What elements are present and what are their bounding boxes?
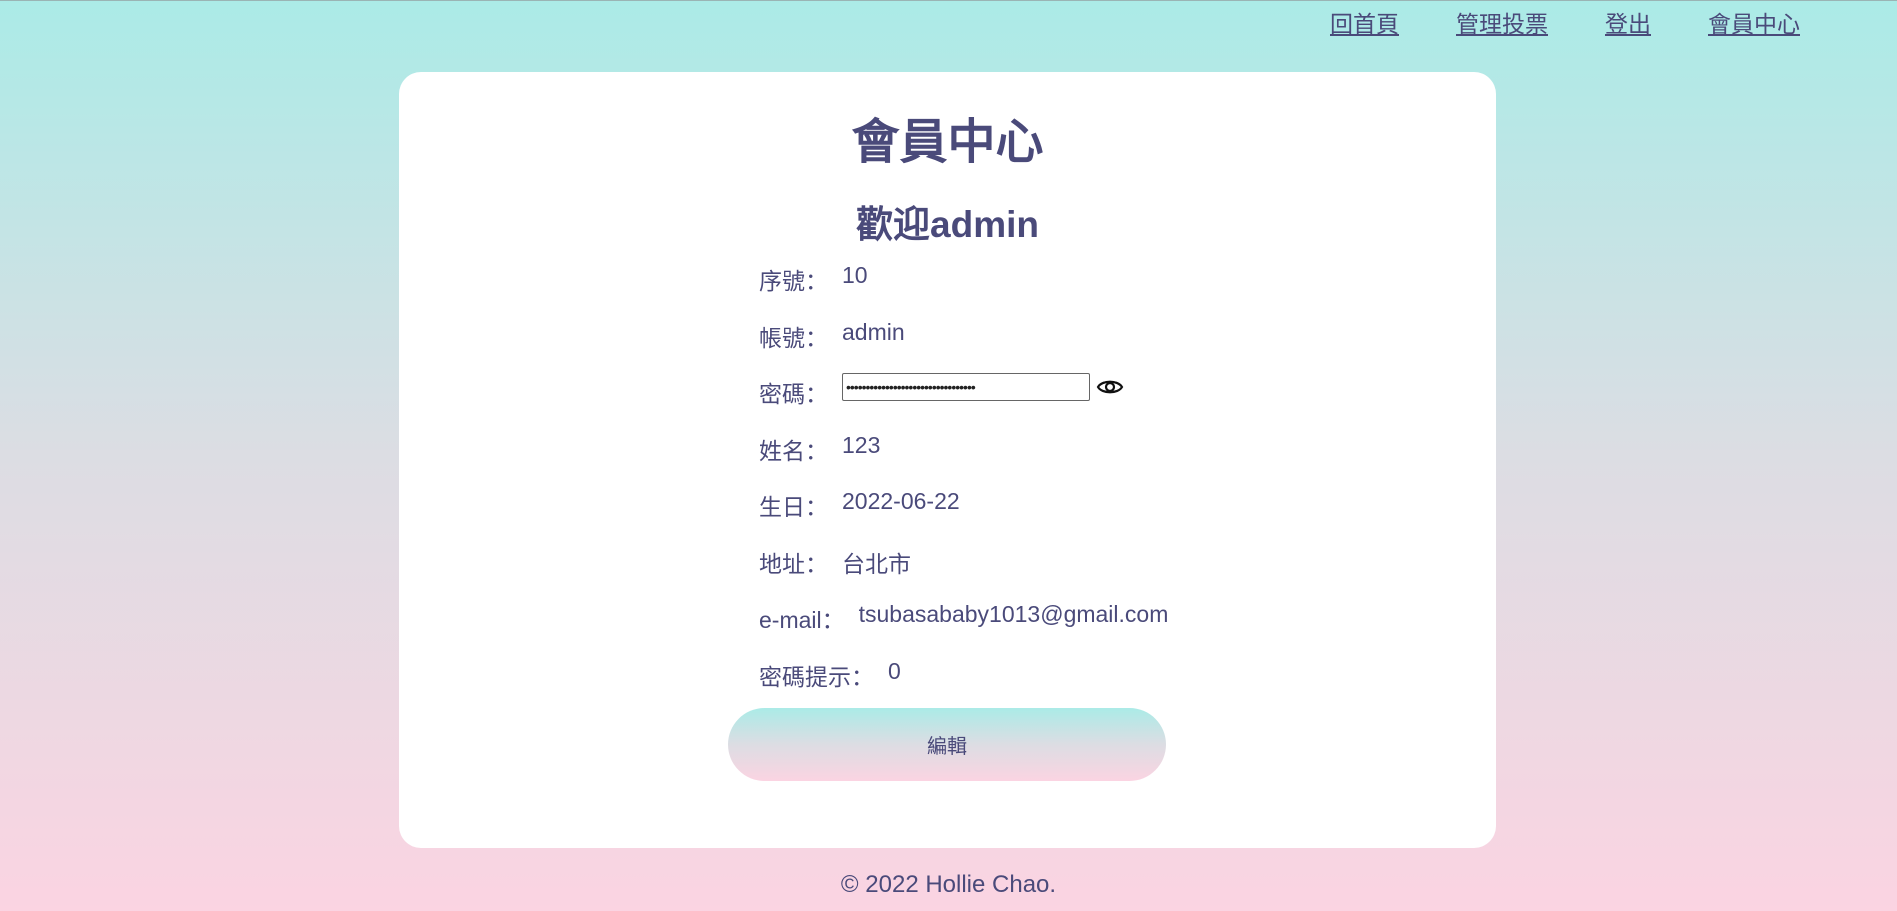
page-title: 會員中心 [851, 116, 1044, 169]
nav-member-center-link[interactable]: 會員中心 [1708, 5, 1800, 39]
footer-copyright: © 2022 Hollie Chao. [840, 871, 1057, 898]
password-field[interactable] [842, 373, 1090, 401]
name-label: 姓名： [759, 437, 828, 464]
field-row-account: 帳號： admin [759, 319, 1168, 376]
email-value: tsubasababy1013@gmail.com [858, 601, 1169, 627]
field-row-birthday: 生日： 2022-06-22 [759, 488, 1168, 545]
top-nav: 回首頁 管理投票 登出 會員中心 [1330, 5, 1800, 39]
birthday-value: 2022-06-22 [842, 488, 960, 514]
field-row-address: 地址： 台北市 [759, 545, 1168, 602]
field-row-password-hint: 密碼提示： 0 [759, 658, 1168, 715]
nav-logout-link[interactable]: 登出 [1605, 5, 1651, 39]
edit-button[interactable]: 編輯 [728, 708, 1166, 781]
field-row-password: 密碼： [759, 373, 1168, 432]
birthday-label: 生日： [759, 494, 828, 520]
field-row-email: e-mail： tsubasababy1013@gmail.com [759, 601, 1168, 658]
field-row-name: 姓名： 123 [759, 432, 1168, 489]
member-card: 會員中心 歡迎admin 序號： 10 帳號： admin 密碼： 姓名： 12… [399, 72, 1496, 848]
account-value: admin [842, 318, 905, 345]
nav-manage-votes-link[interactable]: 管理投票 [1456, 5, 1548, 39]
welcome-heading: 歡迎admin [856, 204, 1039, 245]
email-label: e-mail： [759, 607, 845, 633]
password-hint-value: 0 [888, 657, 901, 684]
name-value: 123 [842, 431, 881, 458]
field-row-serial: 序號： 10 [759, 262, 1168, 319]
serial-value: 10 [842, 262, 868, 288]
serial-label: 序號： [759, 268, 828, 294]
password-label: 密碼： [759, 381, 828, 407]
address-value: 台北市 [842, 550, 911, 577]
address-label: 地址： [759, 550, 828, 577]
nav-home-link[interactable]: 回首頁 [1330, 5, 1399, 39]
eye-icon[interactable] [1096, 375, 1124, 399]
account-label: 帳號： [759, 324, 828, 351]
member-info: 序號： 10 帳號： admin 密碼： 姓名： 123 生日： 2022-06… [759, 262, 1168, 714]
password-hint-label: 密碼提示： [759, 663, 874, 690]
